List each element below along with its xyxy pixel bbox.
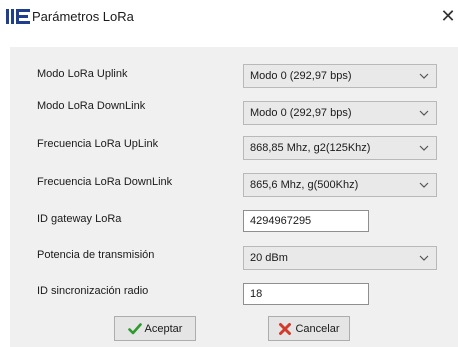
uplink-freq-label: Frecuencia LoRa UpLink <box>37 138 159 150</box>
chevron-down-icon <box>419 73 429 79</box>
sync-id-input[interactable] <box>243 283 369 305</box>
accept-button[interactable]: Aceptar <box>114 316 196 341</box>
accept-button-label: Aceptar <box>144 322 183 335</box>
downlink-freq-select[interactable]: 865,6 Mhz, g(500Khz) <box>243 173 437 197</box>
dialog-window: Parámetros LoRa ✕ Modo LoRa Uplink Modo … <box>0 0 458 347</box>
uplink-mode-label: Modo LoRa Uplink <box>37 68 128 80</box>
uplink-mode-value: Modo 0 (292,97 bps) <box>250 70 352 82</box>
tx-power-label: Potencia de transmisión <box>37 249 155 261</box>
window-title: Parámetros LoRa <box>32 9 134 24</box>
ie-logo-icon <box>6 9 30 24</box>
downlink-mode-label: Modo LoRa DownLink <box>37 100 146 112</box>
cancel-x-icon <box>279 322 292 335</box>
downlink-mode-select[interactable]: Modo 0 (292,97 bps) <box>243 101 437 125</box>
chevron-down-icon <box>419 255 429 261</box>
downlink-freq-value: 865,6 Mhz, g(500Khz) <box>250 179 359 191</box>
chevron-down-icon <box>419 182 429 188</box>
downlink-mode-value: Modo 0 (292,97 bps) <box>250 107 352 119</box>
checkmark-icon <box>127 322 142 334</box>
title-bar: Parámetros LoRa ✕ <box>0 0 458 40</box>
chevron-down-icon <box>419 145 429 151</box>
cancel-button-label: Cancelar <box>295 322 340 335</box>
downlink-freq-label: Frecuencia LoRa DownLink <box>37 176 173 188</box>
dialog-body <box>10 47 458 347</box>
chevron-down-icon <box>419 110 429 116</box>
sync-id-label: ID sincronización radio <box>37 285 149 297</box>
gateway-id-label: ID gateway LoRa <box>37 213 122 225</box>
uplink-freq-value: 868,85 Mhz, g2(125Khz) <box>250 142 371 154</box>
cancel-button[interactable]: Cancelar <box>268 316 350 341</box>
gateway-id-input[interactable] <box>243 210 369 232</box>
uplink-freq-select[interactable]: 868,85 Mhz, g2(125Khz) <box>243 136 437 160</box>
tx-power-select[interactable]: 20 dBm <box>243 246 437 270</box>
tx-power-value: 20 dBm <box>250 252 288 264</box>
close-button[interactable]: ✕ <box>438 2 458 30</box>
uplink-mode-select[interactable]: Modo 0 (292,97 bps) <box>243 64 437 88</box>
